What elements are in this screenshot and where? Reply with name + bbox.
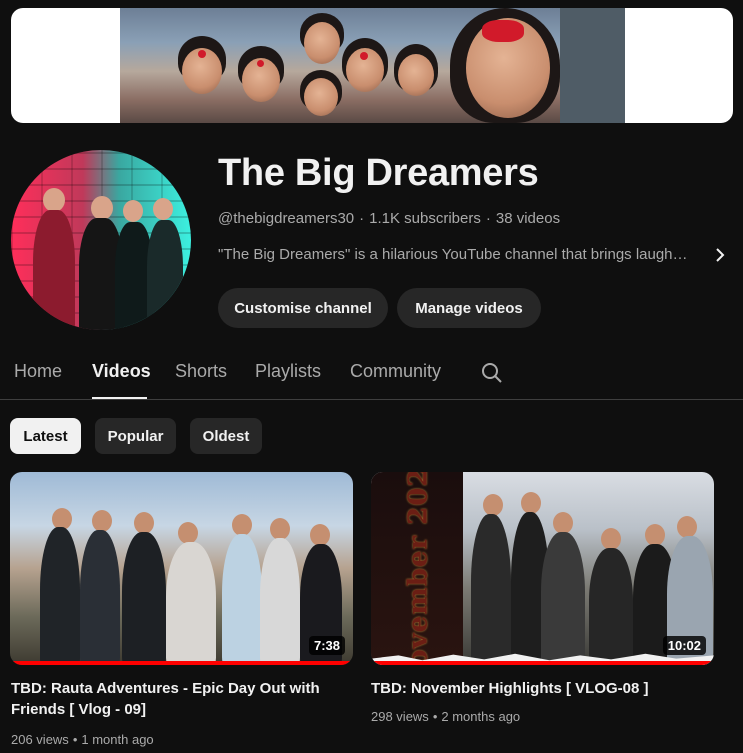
channel-banner <box>11 8 733 123</box>
view-count: 298 views <box>371 709 429 724</box>
active-tab-indicator <box>92 397 147 399</box>
meta-separator: · <box>485 210 491 227</box>
channel-avatar[interactable] <box>11 150 191 330</box>
channel-description[interactable]: "The Big Dreamers" is a hilarious YouTub… <box>218 246 708 263</box>
video-title[interactable]: TBD: Rauta Adventures - Epic Day Out wit… <box>11 678 347 720</box>
search-icon[interactable] <box>480 361 504 385</box>
video-meta: 206 views • 1 month ago <box>11 732 154 747</box>
thumbnail-date-text: November 2023 <box>404 472 435 665</box>
tab-videos[interactable]: Videos <box>92 361 151 382</box>
video-meta: 298 views • 2 months ago <box>371 709 521 724</box>
upload-age: 1 month ago <box>81 732 154 747</box>
view-count: 206 views <box>11 732 69 747</box>
filter-popular[interactable]: Popular <box>95 418 176 454</box>
watch-progress-bar <box>371 661 714 665</box>
channel-tabs: Home Videos Shorts Playlists Community <box>0 350 743 400</box>
video-duration: 7:38 <box>308 636 345 655</box>
channel-name: The Big Dreamers <box>218 152 539 194</box>
filter-oldest[interactable]: Oldest <box>190 418 262 454</box>
video-title[interactable]: TBD: November Highlights [ VLOG-08 ] <box>371 678 707 699</box>
customise-channel-button[interactable]: Customise channel <box>218 288 388 328</box>
subscriber-count: 1.1K subscribers <box>369 210 481 227</box>
meta-separator: · <box>359 210 365 227</box>
tab-shorts[interactable]: Shorts <box>175 361 227 382</box>
manage-videos-button[interactable]: Manage videos <box>397 288 541 328</box>
tab-community[interactable]: Community <box>350 361 441 382</box>
tab-playlists[interactable]: Playlists <box>255 361 321 382</box>
tab-home[interactable]: Home <box>14 361 62 382</box>
upload-age: 2 months ago <box>441 709 521 724</box>
channel-handle: @thebigdreamers30 <box>218 210 355 227</box>
filter-latest[interactable]: Latest <box>10 418 81 454</box>
thumbnail-side-panel: November 2023 <box>371 472 463 665</box>
video-thumbnail[interactable]: November 2023 10:02 <box>371 472 714 665</box>
chevron-right-icon[interactable] <box>709 244 731 266</box>
video-thumbnail[interactable]: 7:38 <box>10 472 353 665</box>
video-duration: 10:02 <box>662 636 706 655</box>
video-count: 38 videos <box>495 210 561 227</box>
channel-meta: @thebigdreamers30 · 1.1K subscribers · 38 vi… <box>218 210 560 227</box>
watch-progress-bar <box>10 661 353 665</box>
banner-image <box>120 8 625 123</box>
